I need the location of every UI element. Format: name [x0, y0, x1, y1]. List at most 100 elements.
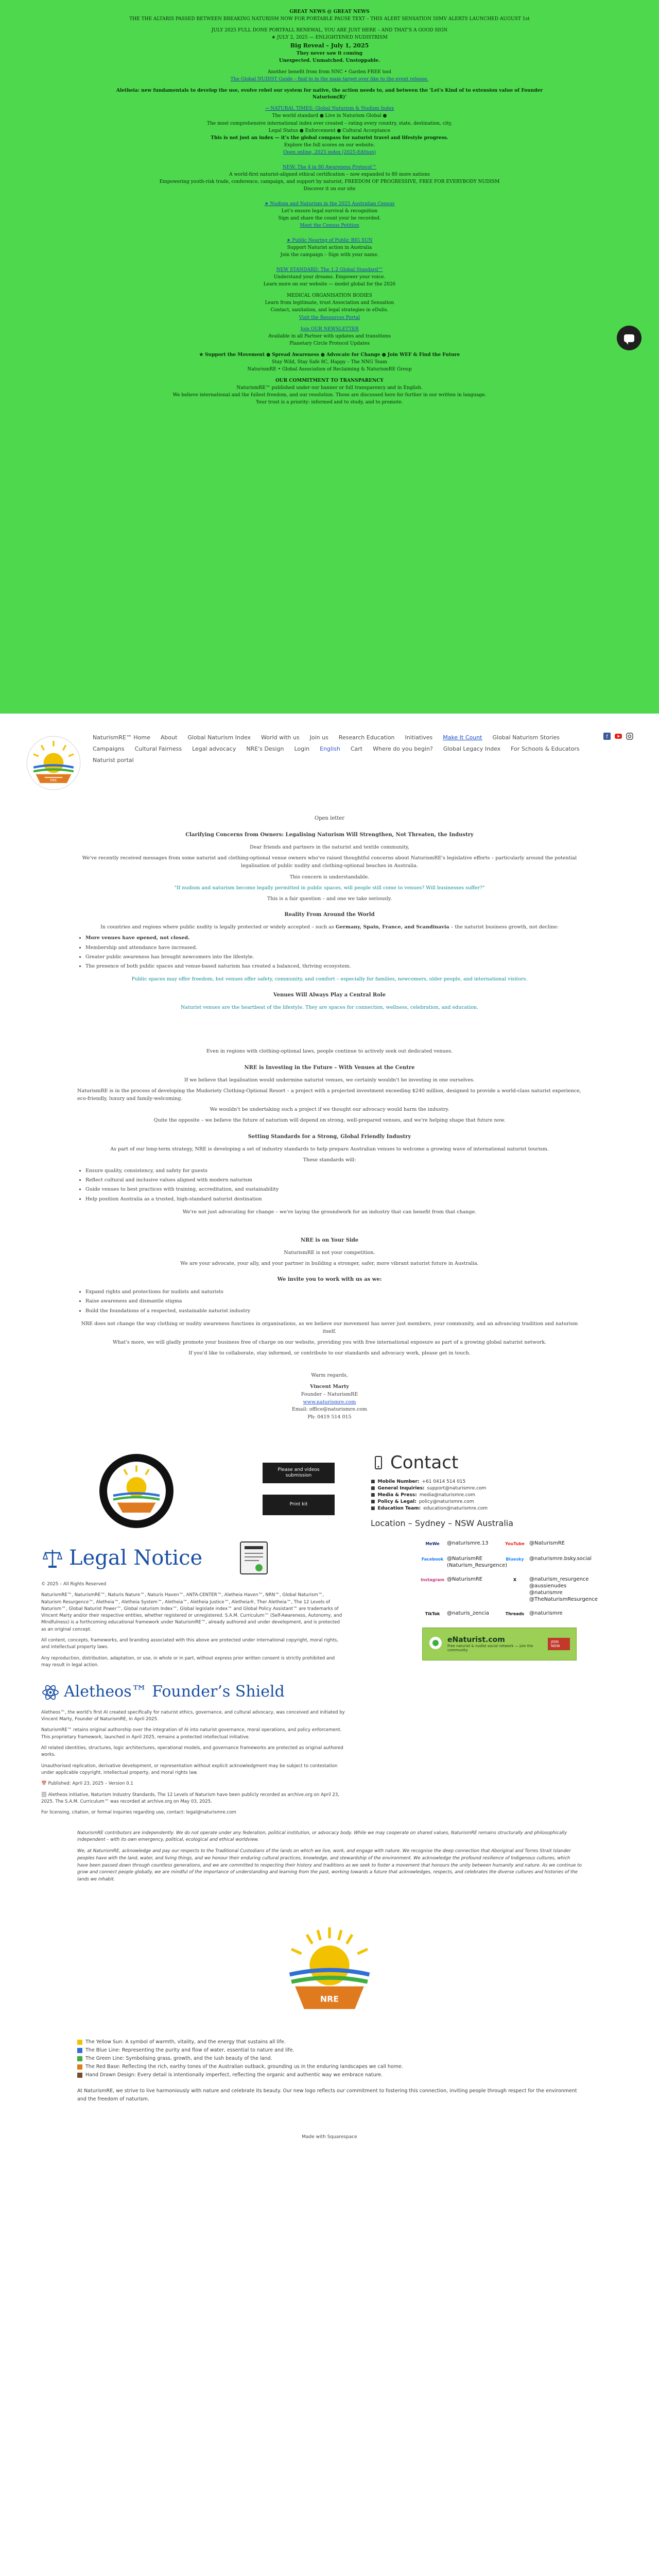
paragraph: This concern is understandable.	[289, 874, 370, 880]
partner-join-button[interactable]: JOIN NOW	[548, 1637, 570, 1650]
contact-buttons: Please and videos submission Print kit	[263, 1462, 335, 1515]
banner-link[interactable]: ★ Public Nearing of Public BIG SUN	[103, 238, 556, 244]
policy-document-icon	[240, 1541, 268, 1574]
social-link[interactable]: Bluesky @naturismre.bsky.social	[505, 1555, 592, 1569]
chat-bubble-button[interactable]	[617, 326, 641, 350]
section-heading: NRE is Investing in the Future – With Ve…	[244, 1064, 415, 1071]
banner-link[interactable]: The Global NUDIST Guide – find to in the…	[103, 76, 556, 83]
nav-item[interactable]: Campaigns	[93, 743, 125, 755]
list-item: Expand rights and protections for nudist…	[85, 1288, 582, 1296]
banner-link[interactable]: ★ Nudism and Naturism in the 2025 Austra…	[103, 201, 556, 208]
color-swatch	[77, 2047, 82, 2053]
partner-title: eNaturist.com	[447, 1635, 505, 1644]
nav-item[interactable]: Global Naturism Index	[187, 732, 251, 743]
nav-item[interactable]: Global Naturism Stories	[493, 732, 560, 743]
nav-item[interactable]: Initiatives	[405, 732, 433, 743]
nav-item[interactable]: English	[320, 743, 340, 755]
banner-line: Legal Status ● Enforcement ● Cultural Ac…	[268, 128, 391, 133]
nav-item[interactable]: About	[161, 732, 178, 743]
letter-heading: Clarifying Concerns from Owners: Legalis…	[185, 832, 474, 838]
contact-value[interactable]: policy@naturismre.com	[419, 1499, 474, 1504]
website-link[interactable]: www.naturismre.com	[303, 1399, 356, 1405]
social-handle: @NaturismRE (Naturism_Resurgence)	[447, 1555, 508, 1568]
nav-item[interactable]: Cultural Fairness	[135, 743, 182, 755]
social-link[interactable]: Instagram @NaturismRE	[421, 1576, 499, 1603]
legal-column: Legal Notice © 2025 – All Rights Reserve…	[41, 1540, 345, 1821]
banner-link[interactable]: Meet the Census Petition	[103, 223, 556, 229]
founders-shield-title: Aletheos™ Founder’s Shield	[64, 1683, 285, 1701]
contact-value[interactable]: support@naturismre.com	[427, 1486, 487, 1491]
submission-button[interactable]: Please and videos submission	[263, 1462, 335, 1483]
nav-item[interactable]: For Schools & Educators	[511, 743, 580, 755]
print-kit-button[interactable]: Print kit	[263, 1494, 335, 1515]
social-handle: @naturis_zencia	[447, 1610, 489, 1616]
list-item: Build the foundations of a respected, su…	[85, 1307, 582, 1315]
instagram-icon[interactable]	[626, 732, 633, 740]
contact-value[interactable]: +61 0414 514 015	[422, 1479, 465, 1484]
facebook-icon: Facebook	[421, 1556, 444, 1562]
contact-line: ■ General Inquiries: support@naturismre.co…	[371, 1486, 535, 1491]
nav-item[interactable]: World with us	[261, 732, 300, 743]
contact-value[interactable]: media@naturismre.com	[420, 1493, 475, 1498]
bullet-list: Ensure quality, consistency, and safety …	[77, 1167, 582, 1203]
social-link[interactable]: YouTube @NaturismRE	[505, 1540, 582, 1548]
list-item: Guide venues to best practices with trai…	[85, 1185, 582, 1193]
social-link[interactable]: TikTok @naturis_zencia	[422, 1610, 499, 1618]
contact-value[interactable]: education@naturismre.com	[423, 1506, 488, 1511]
contact-card: Contact ■ Mobile Number: +61 0414 514 015 …	[371, 1452, 535, 1528]
section-heading: Setting Standards for a Strong, Global F…	[248, 1133, 411, 1140]
nav-item[interactable]: NRE's Design	[246, 743, 284, 755]
legend-text: The Red Base: Reflecting the rich, earth…	[85, 2064, 403, 2070]
archive-icon: 🗄	[41, 1792, 48, 1798]
banner-line: A world-first naturist-aligned ethical c…	[229, 172, 430, 177]
site-header: NRE NaturismRE™ Home About Global Naturism…	[0, 714, 659, 806]
list-item-text: Help position Australia as a trusted, hi…	[85, 1196, 262, 1202]
nav-item[interactable]: Login	[294, 743, 309, 755]
nav-item[interactable]: Where do you begin?	[373, 743, 433, 755]
legal-notice-title: Legal Notice	[69, 1546, 203, 1570]
archive-note: Aletheos initiative, Naturism Industry S…	[41, 1792, 340, 1804]
banner-line: NaturismRE™ published under our banner o…	[236, 385, 423, 391]
partner-banner[interactable]: eNaturist.com Free naturist & nudist soc…	[422, 1627, 577, 1660]
nav-item[interactable]: Research Education	[339, 732, 395, 743]
facebook-icon[interactable]: f	[603, 732, 611, 740]
social-link[interactable]: Threads @naturismre	[505, 1610, 582, 1618]
paragraph: NaturismRE is in the process of developi…	[77, 1088, 581, 1101]
legal-paragraph: Any reproduction, distribution, adaptati…	[41, 1655, 335, 1668]
banner-link[interactable]: NEW STANDARD: The 1.2 Global Standard™	[103, 267, 556, 274]
paragraph: Naturist venues are the heartbeat of the…	[180, 1005, 479, 1011]
nav-item[interactable]: Naturist portal	[93, 755, 134, 766]
nav-item[interactable]: Make It Count	[443, 732, 482, 743]
social-handle: @naturismre	[529, 1610, 563, 1616]
banner-link[interactable]: Join OUR NEWSLETTER	[103, 326, 556, 333]
nav-item[interactable]: Join us	[310, 732, 328, 743]
nav-item[interactable]: Global Legacy Index	[443, 743, 500, 755]
youtube-icon[interactable]	[615, 732, 622, 739]
banner-link[interactable]: Visit the Resources Portal	[103, 315, 556, 321]
legal-paragraph: All content, concepts, frameworks, and b…	[41, 1638, 338, 1650]
nav-item[interactable]: Cart	[351, 743, 362, 755]
contact-location: Location – Sydney – NSW Australia	[371, 1518, 514, 1528]
banner-link[interactable]: Open online, 2025 index (2025-Edition)	[103, 149, 556, 156]
legend-item: The Yellow Sun: A symbol of warmth, vita…	[77, 2038, 582, 2046]
social-link[interactable]: MeWe @naturismre.13	[422, 1540, 499, 1548]
legal-paragraph: For licensing, citation, or formal inqui…	[41, 1810, 236, 1816]
nav-item[interactable]: NaturismRE™ Home	[93, 732, 150, 743]
nav-item[interactable]: Legal advocacy	[192, 743, 236, 755]
social-link[interactable]: X @naturism_resurgence @aussienudes @natu…	[505, 1576, 598, 1603]
site-logo[interactable]: NRE	[26, 735, 81, 791]
social-link[interactable]: Facebook @NaturismRE (Naturism_Resurgence…	[421, 1555, 507, 1569]
banner-line: Your trust is a priority: informed and t…	[256, 400, 403, 405]
atom-icon	[42, 1685, 59, 1700]
banner-line: Let’s ensure legal survival & recognitio…	[281, 208, 378, 214]
banner-line: Another benefit from from NNC • Garden F…	[268, 70, 391, 75]
banner-link[interactable]: → NATURAL TIMES: Global Naturism & Nudis…	[103, 106, 556, 112]
logo-showcase: NRE	[0, 1888, 659, 2014]
partner-text: eNaturist.com Free naturist & nudist soc…	[447, 1636, 543, 1652]
banner-link[interactable]: NEW: The 4 in 80 Awareness Protocol™	[103, 164, 556, 171]
phone-icon	[375, 1455, 382, 1469]
list-item: Raise awareness and dismantle stigma	[85, 1297, 582, 1305]
credit-text[interactable]: Made with Squarespace	[302, 2134, 357, 2140]
legal-paragraph: NaturismRE™, NaturismRE™, Naturis Nature…	[41, 1592, 342, 1632]
partner-subtitle: Free naturist & nudist social network — …	[447, 1643, 533, 1652]
